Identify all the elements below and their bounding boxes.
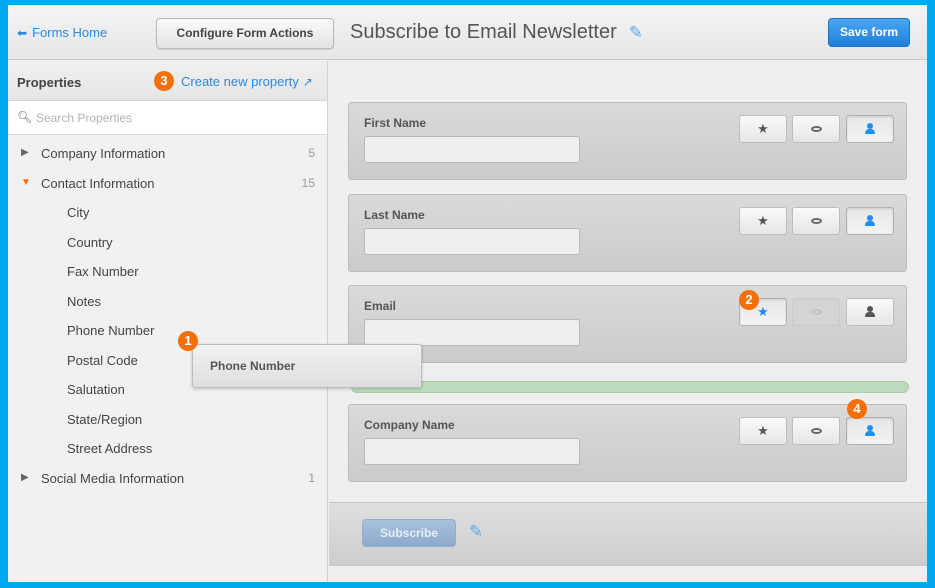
smart-field-toggle[interactable] [846, 298, 894, 326]
property-item[interactable]: Notes [8, 287, 327, 317]
field-input[interactable] [364, 136, 580, 163]
eye-icon [810, 309, 822, 315]
group-label: Social Media Information [41, 470, 185, 486]
property-label: Street Address [67, 441, 153, 456]
form-field-email[interactable]: Email ★ [348, 285, 907, 363]
star-icon: ★ [757, 121, 769, 136]
field-label: Last Name [364, 208, 425, 222]
property-item[interactable]: State/Region [8, 405, 327, 435]
person-icon [864, 306, 876, 318]
property-label: Country [67, 234, 113, 250]
search-properties-input[interactable] [36, 107, 316, 129]
form-field-last-name[interactable]: Last Name ★ [348, 194, 907, 272]
external-link-icon: ↗ [302, 74, 313, 89]
forms-home-link[interactable]: ⬅ Forms Home [17, 25, 107, 40]
property-item[interactable]: Phone Number [8, 316, 327, 346]
create-new-property-label: Create new property [181, 74, 299, 89]
caret-down-icon: ▼ [21, 176, 31, 188]
field-input[interactable] [364, 228, 580, 255]
back-arrow-icon: ⬅ [17, 25, 28, 40]
field-label: Company Name [364, 418, 455, 432]
configure-form-actions-button[interactable]: Configure Form Actions [156, 18, 334, 49]
form-field-first-name[interactable]: First Name ★ [348, 102, 907, 180]
property-label: Salutation [67, 382, 125, 397]
form-submit-bar: Subscribe ✎ [329, 502, 927, 566]
top-bar: ⬅ Forms Home Configure Form Actions Subs… [8, 5, 927, 60]
dragged-property-phone-number[interactable]: Phone Number [192, 344, 422, 388]
person-icon [864, 425, 876, 437]
eye-icon [810, 428, 822, 434]
form-title-text: Subscribe to Email Newsletter [350, 21, 617, 43]
search-properties: 🔍︎ [8, 101, 327, 135]
properties-sidebar: Properties 3 Create new property ↗ 🔍︎ ▶ … [8, 61, 328, 582]
star-icon: ★ [757, 304, 769, 319]
edit-title-pencil-icon[interactable]: ✎ [629, 23, 643, 43]
hidden-toggle[interactable] [792, 207, 840, 235]
property-item[interactable]: City [8, 198, 327, 228]
group-count: 1 [308, 470, 315, 485]
required-toggle[interactable]: ★ [739, 115, 787, 143]
smart-field-toggle[interactable] [846, 207, 894, 235]
property-item[interactable]: Street Address [8, 434, 327, 464]
callout-badge-4: 4 [847, 399, 867, 419]
search-icon: 🔍︎ [17, 110, 33, 124]
callout-badge-2: 2 [739, 290, 759, 310]
field-label: Email [364, 299, 397, 313]
subscribe-button[interactable]: Subscribe [362, 519, 456, 547]
properties-title: Properties [17, 75, 82, 90]
caret-right-icon: ▶ [21, 471, 29, 483]
star-icon: ★ [757, 213, 769, 228]
property-label: City [67, 205, 90, 220]
eye-icon [810, 126, 822, 132]
form-canvas: First Name ★ Last Name ★ Email ★ 2 Compa… [329, 61, 927, 582]
group-company-information[interactable]: ▶ Company Information 5 [8, 139, 327, 169]
star-icon: ★ [757, 423, 769, 438]
property-tree: ▶ Company Information 5 ▼ Contact Inform… [8, 135, 327, 493]
smart-field-toggle[interactable] [846, 115, 894, 143]
smart-field-toggle[interactable] [846, 417, 894, 445]
form-title: Subscribe to Email Newsletter ✎ [350, 21, 643, 44]
property-label: Notes [67, 293, 101, 309]
field-input[interactable] [364, 319, 580, 346]
property-label: Postal Code [67, 352, 138, 368]
field-label: First Name [364, 116, 427, 130]
callout-badge-1: 1 [178, 331, 198, 351]
person-icon [864, 123, 876, 135]
property-label: Fax Number [67, 264, 139, 279]
forms-home-label: Forms Home [32, 25, 108, 40]
caret-right-icon: ▶ [21, 147, 29, 158]
field-input[interactable] [364, 438, 580, 465]
group-social-media-information[interactable]: ▶ Social Media Information 1 [8, 464, 327, 494]
required-toggle[interactable]: ★ [739, 207, 787, 235]
group-contact-information[interactable]: ▼ Contact Information 15 [8, 169, 327, 199]
properties-header: Properties 3 Create new property ↗ [8, 61, 327, 101]
hidden-toggle[interactable] [792, 115, 840, 143]
forms-editor-window: ⬅ Forms Home Configure Form Actions Subs… [8, 5, 927, 582]
group-label: Contact Information [41, 175, 155, 191]
dragged-property-label: Phone Number [210, 359, 296, 373]
edit-submit-pencil-icon[interactable]: ✎ [469, 522, 483, 542]
hidden-toggle[interactable] [792, 417, 840, 445]
group-count: 5 [308, 146, 315, 160]
required-toggle[interactable]: ★ [739, 417, 787, 445]
property-label: State/Region [67, 411, 143, 427]
callout-badge-3: 3 [154, 71, 174, 91]
drop-zone-indicator [351, 381, 909, 393]
property-item[interactable]: Fax Number [8, 257, 327, 287]
create-new-property-link[interactable]: Create new property ↗ [181, 74, 313, 89]
property-label: Phone Number [67, 323, 155, 338]
person-icon [864, 215, 876, 227]
group-label: Company Information [41, 146, 166, 161]
group-count: 15 [301, 175, 315, 190]
save-form-button[interactable]: Save form [828, 18, 910, 47]
eye-icon [810, 218, 822, 224]
property-item[interactable]: Country [8, 228, 327, 258]
form-field-company-name[interactable]: Company Name ★ [348, 404, 907, 482]
hidden-toggle[interactable] [792, 298, 840, 326]
